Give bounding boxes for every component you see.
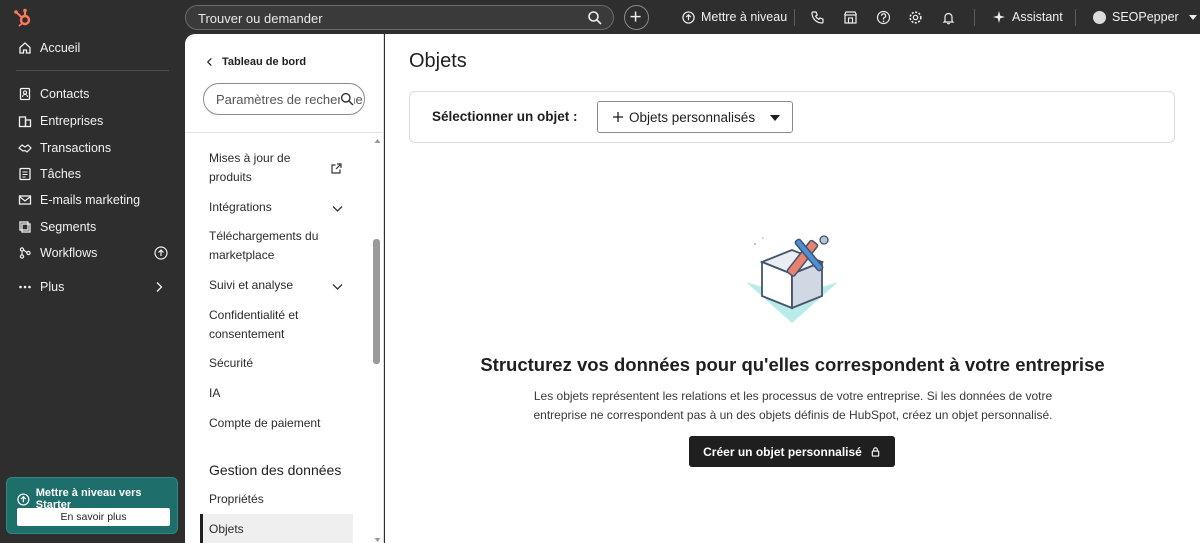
search-icon[interactable] [587,10,603,26]
assistant-button[interactable]: Assistant [992,8,1063,26]
learn-more-button[interactable]: En savoir plus [17,508,170,526]
nav-item-more[interactable]: Plus [18,277,168,297]
help-icon[interactable] [876,10,891,25]
workflows-icon [19,247,31,259]
nav-item-marketing-emails[interactable]: E-mails marketing [18,190,140,210]
avatar [1093,10,1106,24]
settings-item-security[interactable]: Sécurité [209,354,253,373]
chevron-down-icon[interactable] [331,280,344,293]
external-link-icon[interactable] [330,162,343,175]
divider [1075,9,1076,26]
top-bar: Trouver ou demander Mettre à niveau Assi… [0,0,1200,34]
tasks-icon [19,167,31,181]
list-divider [185,132,383,133]
settings-item-objects[interactable]: Objets [209,520,244,539]
page-title: Objets [409,50,467,72]
plus-icon [613,112,623,122]
account-menu[interactable]: SEOPepper [1093,8,1197,26]
email-icon [18,195,32,205]
upgrade-card: Mettre à niveau vers Starter En savoir p… [6,477,178,534]
settings-item-privacy-consent[interactable]: Confidentialité et consentement [209,306,319,344]
nav-label: Contacts [40,87,90,101]
settings-item-payment-account[interactable]: Compte de paiement [209,414,320,433]
settings-sidebar: Tableau de bord Paramètres de recherche … [185,34,384,543]
main-content: Objets Sélectionner un objet : Objets pe… [385,34,1200,543]
divider [794,9,795,26]
nav-label: E-mails marketing [40,193,141,207]
create-button[interactable] [624,5,649,30]
search-icon[interactable] [340,92,354,106]
scroll-down-arrow-icon[interactable] [374,537,381,543]
settings-item-tracking-analytics[interactable]: Suivi et analyse [209,276,293,295]
nav-item-deals[interactable]: Transactions [18,138,111,158]
nav-label: Transactions [40,141,112,155]
global-search-placeholder: Trouver ou demander [198,11,323,26]
lock-icon [871,447,880,457]
nav-label: Accueil [40,41,81,55]
more-icon [19,285,31,289]
nav-item-home[interactable]: Accueil [18,38,80,58]
upgrade-arrow-icon [154,246,168,260]
settings-item-marketplace-downloads[interactable]: Téléchargements du marketplace [209,227,329,265]
nav-label: Workflows [40,246,98,260]
nav-label: Plus [40,280,65,294]
settings-search-input[interactable]: Paramètres de recherche [203,83,365,115]
home-icon [19,42,31,54]
hubspot-logo-icon[interactable] [13,8,33,28]
sparkle-icon [993,11,1005,23]
assistant-label: Assistant [1012,10,1063,24]
nav-divider [16,70,169,71]
settings-item-integrations[interactable]: Intégrations [209,198,272,217]
nav-label: Entreprises [40,114,104,128]
nav-item-segments[interactable]: Segments [18,217,96,237]
companies-icon [18,116,32,128]
create-custom-object-button[interactable]: Créer un objet personnalisé [689,436,895,467]
empty-state-description: Les objets représentent les relations et… [533,389,1053,422]
nav-item-companies[interactable]: Entreprises [18,111,103,131]
cube-tools-illustration-icon [746,235,838,323]
back-label: Tableau de bord [222,56,307,68]
divider [974,9,975,26]
caret-down-icon [770,115,780,121]
back-to-dashboard-link[interactable]: Tableau de bord [205,56,306,68]
caret-down-icon [1188,14,1197,20]
contacts-icon [19,87,31,101]
create-custom-object-label: Créer un objet personnalisé [703,444,862,459]
scroll-up-arrow-icon[interactable] [374,138,381,144]
upgrade-arrow-icon [682,10,695,24]
settings-item-ai[interactable]: IA [209,384,220,403]
nav-item-contacts[interactable]: Contacts [18,84,89,104]
chevron-down-icon[interactable] [331,202,344,215]
upgrade-button[interactable]: Mettre à niveau [682,8,787,26]
gear-icon[interactable] [908,10,923,25]
settings-item-product-updates[interactable]: Mises à jour de produits [209,149,329,187]
nav-item-workflows[interactable]: Workflows [18,243,168,263]
marketplace-icon[interactable] [843,10,858,25]
dropdown-value: Objets personnalisés [629,110,756,125]
account-name: SEOPepper [1112,10,1179,24]
plus-icon [630,11,641,22]
object-type-dropdown[interactable]: Objets personnalisés [597,101,793,133]
chevron-left-icon [206,57,212,67]
upgrade-arrow-icon [17,492,30,506]
empty-state-title: Structurez vos données pour qu'elles cor… [480,354,1105,375]
upgrade-label: Mettre à niveau [701,10,788,24]
nav-label: Tâches [40,167,81,181]
scrollbar-thumb[interactable] [373,239,380,364]
section-heading-data-management: Gestion des données [209,462,342,478]
chevron-right-icon [156,282,163,292]
global-search-input[interactable]: Trouver ou demander [185,5,614,30]
object-selector-label: Sélectionner un objet : [432,109,578,124]
segments-icon [19,221,31,233]
nav-item-tasks[interactable]: Tâches [18,164,81,184]
nav-label: Segments [40,220,97,234]
phone-icon[interactable] [810,10,825,25]
settings-item-properties[interactable]: Propriétés [209,490,264,509]
object-selector-card: Sélectionner un objet : Objets personnal… [409,91,1175,143]
bell-icon[interactable] [941,10,956,25]
deals-icon [18,144,32,153]
left-navigation: Accueil Contacts Entreprises Transaction… [0,34,185,543]
